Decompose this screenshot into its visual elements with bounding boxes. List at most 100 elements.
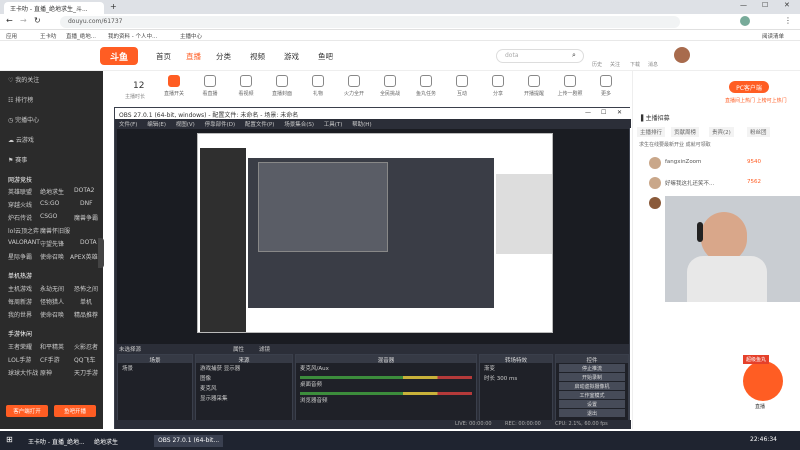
tab-vip[interactable]: 贵宾(2) [709, 127, 734, 137]
sidebar-game[interactable]: 绝地求生 [40, 187, 64, 196]
sidebar-game[interactable]: APEX英雄 [70, 252, 98, 261]
menu-view[interactable]: 视图(V) [176, 122, 195, 128]
sidebar-game[interactable]: 单机 [80, 297, 92, 306]
sidebar-game[interactable]: DNF [80, 200, 93, 207]
rank-row[interactable]: fangxinZoom 9540 [635, 157, 765, 169]
tool-item[interactable]: 上传一剧照 [555, 75, 585, 97]
menu-docks[interactable]: 停靠部件(D) [205, 122, 236, 128]
menu-edit[interactable]: 编辑(E) [147, 122, 166, 128]
tool-item[interactable]: 看视频 [231, 75, 261, 97]
sidebar-game[interactable]: 怪物猎人 [40, 297, 64, 306]
sidebar-game[interactable]: 我的世界 [8, 310, 32, 319]
bookmark-item[interactable]: 主播中心 [180, 32, 202, 40]
sidebar-game[interactable]: 使命召唤 [40, 252, 64, 261]
menu-icon[interactable]: ⋮ [784, 16, 792, 25]
nav-category[interactable]: 分类 [216, 51, 231, 62]
forward-icon[interactable]: → [20, 16, 27, 25]
sidebar-game[interactable]: DOTA [80, 239, 97, 246]
start-icon[interactable]: ⊞ [6, 435, 13, 444]
nav-game[interactable]: 游戏 [284, 51, 299, 62]
tool-item[interactable]: 分享 [483, 75, 513, 97]
sidebar-game[interactable]: VALORANT [8, 239, 40, 246]
tool-item[interactable]: 礼物 [303, 75, 333, 97]
close-icon[interactable]: ✕ [617, 109, 622, 116]
sidebar-game[interactable]: 每周新游 [8, 297, 32, 306]
minimize-icon[interactable]: — [585, 109, 591, 116]
header-download[interactable]: 下载 [630, 61, 640, 68]
sidebar-game[interactable]: 王者荣耀 [8, 342, 32, 351]
bookmark-apps[interactable]: 应用 [6, 32, 17, 40]
search-input[interactable]: dota [496, 49, 584, 63]
tool-item[interactable]: 直播封面 [267, 75, 297, 97]
bookmark-item[interactable]: 王卡叻 [40, 32, 57, 40]
maximize-icon[interactable]: ☐ [762, 1, 768, 9]
tool-item[interactable]: 更多 [591, 75, 621, 97]
start-recording-button[interactable]: 开始录制 [559, 373, 625, 381]
bookmark-item[interactable]: 我的资料 - 个人中... [108, 32, 157, 40]
duration-input[interactable]: 300 ms [497, 376, 517, 382]
exit-button[interactable]: 退出 [559, 409, 625, 417]
sidebar-game[interactable]: DOTA2 [74, 187, 94, 194]
maximize-icon[interactable]: ☐ [601, 109, 606, 116]
source-item[interactable]: 麦克风 [196, 383, 292, 393]
stop-streaming-button[interactable]: 停止推流 [559, 364, 625, 372]
sidebar-game[interactable]: LOL手游 [8, 355, 31, 364]
back-icon[interactable]: ← [6, 16, 13, 25]
sidebar-game[interactable]: 天刀手游 [74, 368, 98, 377]
sidebar-game[interactable]: 恐怖之间 [74, 284, 98, 293]
menu-tools[interactable]: 工具(T) [324, 122, 343, 128]
task-browser[interactable]: 王卡叻 - 直播_绝地... [24, 435, 89, 447]
obs-preview[interactable] [117, 129, 629, 344]
sidebar-game[interactable]: 使命召唤 [40, 310, 64, 319]
user-avatar[interactable] [674, 47, 690, 63]
profile-avatar[interactable] [740, 16, 750, 26]
tool-item[interactable]: 看直播 [195, 75, 225, 97]
sidebar-game[interactable]: CSGO [40, 213, 57, 220]
site-logo[interactable]: 斗鱼 [100, 47, 138, 65]
source-item[interactable]: 图像 [196, 373, 292, 383]
tool-item[interactable]: 互动 [447, 75, 477, 97]
tool-item[interactable]: 火力全开 [339, 75, 369, 97]
sidebar-item-rank[interactable]: ☷ 排行榜 [8, 95, 33, 104]
tab-anchor-rank[interactable]: 主播排行 [637, 127, 666, 137]
sidebar-game[interactable]: 魔兽怀旧服 [40, 226, 70, 235]
nav-home[interactable]: 首页 [156, 51, 171, 62]
settings-button[interactable]: 设置 [559, 400, 625, 408]
sidebar-game[interactable]: 球球大作战 [8, 368, 38, 377]
sidebar-game[interactable]: QQ飞车 [74, 355, 95, 364]
tool-item[interactable]: 开播提醒 [519, 75, 549, 97]
sidebar-game[interactable]: 原神 [40, 368, 52, 377]
sidebar-game[interactable]: 和平精英 [40, 342, 64, 351]
task-pubg[interactable]: 绝地求生 [90, 435, 122, 447]
transition-select[interactable]: 渐变 [480, 363, 552, 373]
sidebar-item-follow[interactable]: ♡ 我的关注 [8, 75, 39, 84]
header-history[interactable]: 历史 [592, 61, 602, 68]
sidebar-game[interactable]: 精品推荐 [74, 310, 98, 319]
avatar[interactable] [649, 197, 661, 209]
menu-help[interactable]: 帮助(H) [352, 122, 371, 128]
menu-scene-collection[interactable]: 场景集合(S) [284, 122, 314, 128]
search-icon[interactable]: ⌕ [572, 51, 576, 60]
virtual-camera-button[interactable]: 启动虚拟摄像机 [559, 382, 625, 390]
sidebar-game[interactable]: lol云顶之弈 [8, 226, 39, 235]
new-tab-icon[interactable]: + [110, 2, 117, 11]
sidebar-game[interactable]: 星际争霸 [8, 252, 32, 261]
sidebar-game[interactable]: 火影忍者 [74, 342, 98, 351]
tool-item[interactable]: 鱼丸任务 [411, 75, 441, 97]
nav-live[interactable]: 直播 [186, 51, 201, 62]
header-message[interactable]: 消息 [648, 61, 658, 68]
reload-icon[interactable]: ↻ [34, 16, 41, 25]
task-obs[interactable]: OBS 27.0.1 (64-bit... [154, 435, 224, 447]
url-field[interactable]: douyu.com/61737 [60, 16, 680, 28]
tab-week-rank[interactable]: 贡献周榜 [671, 127, 700, 137]
source-item[interactable]: 游戏捕获 显示器 [196, 363, 292, 373]
studio-mode-button[interactable]: 工作室模式 [559, 391, 625, 399]
sidebar-game[interactable]: 英雄联盟 [8, 187, 32, 196]
sidebar-game[interactable]: 主机游戏 [8, 284, 32, 293]
pc-client-button[interactable]: PC客户端 [729, 81, 769, 93]
sidebar-item-cloud[interactable]: ☁ 云游戏 [8, 135, 34, 144]
tab-fans[interactable]: 粉丝团 [747, 127, 770, 137]
sidebar-game[interactable]: 穿越火线 [8, 200, 32, 209]
close-icon[interactable]: ✕ [784, 1, 790, 9]
bookmark-item[interactable]: 直播_绝地... [66, 32, 96, 40]
